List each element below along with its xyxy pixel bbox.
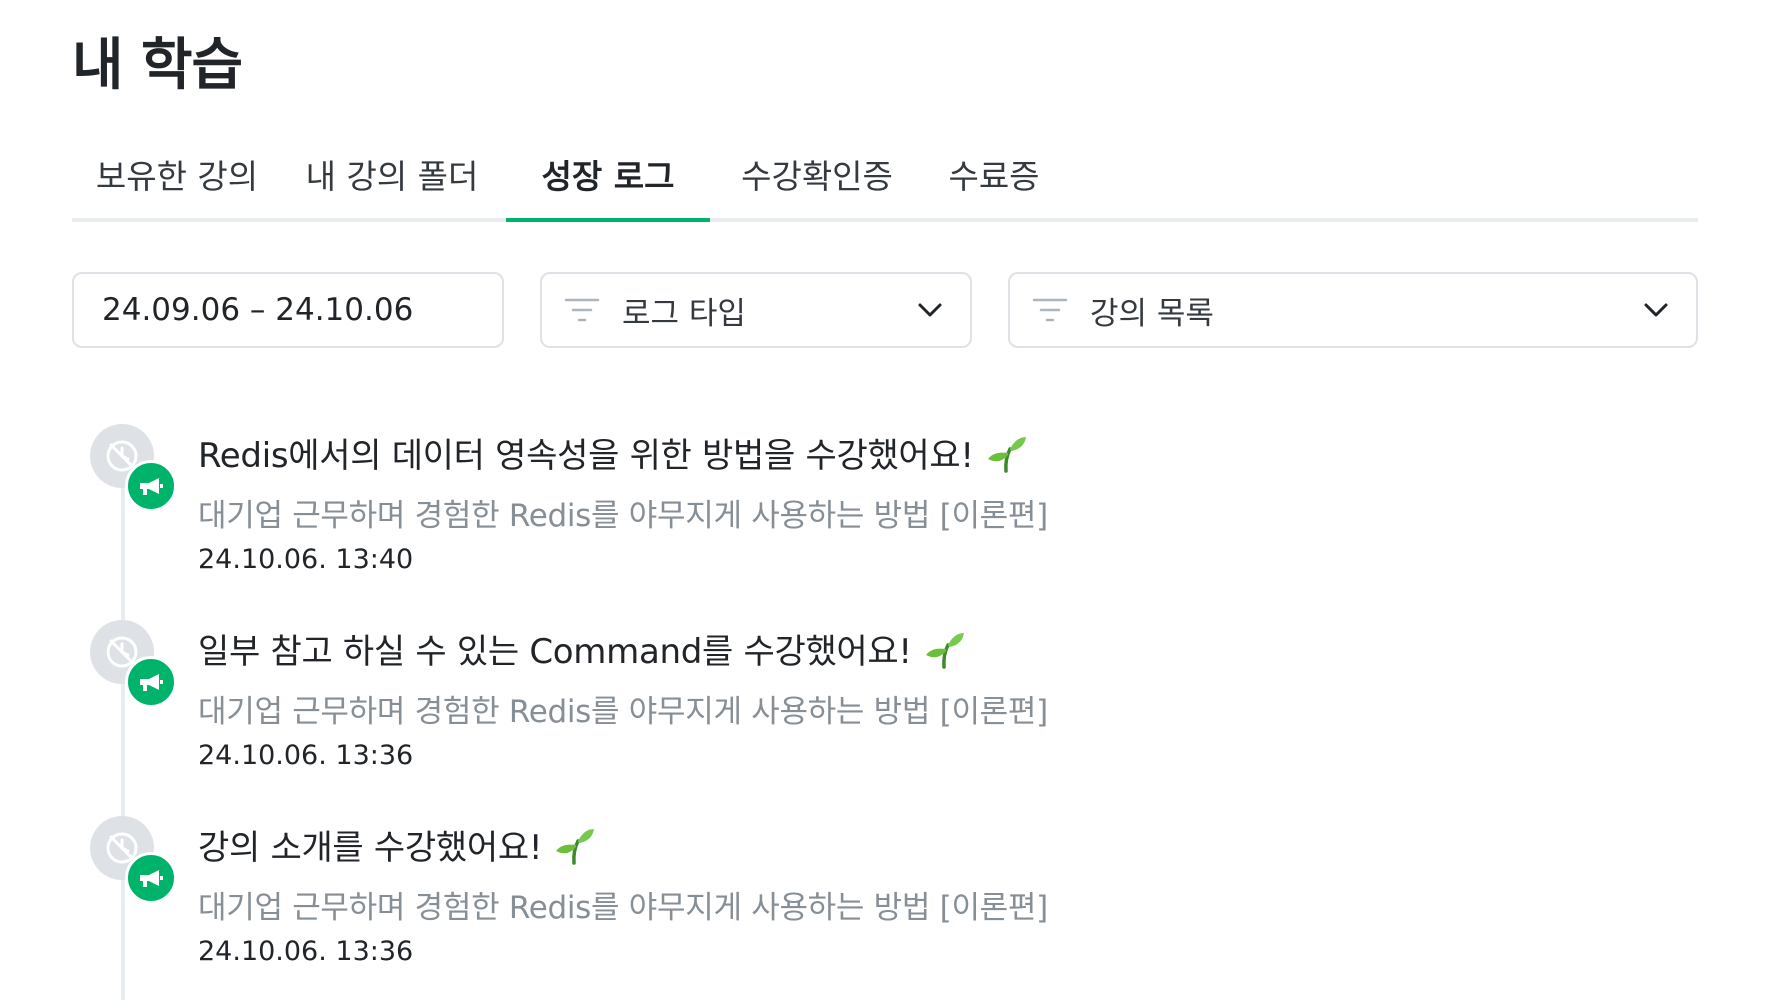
log-title-row: 일부 참고 하실 수 있는 Command를 수강했어요! — [198, 624, 966, 673]
my-learning-page: 내 학습 보유한 강의 내 강의 폴더 성장 로그 수강확인증 수료증 24.0… — [0, 0, 1767, 1000]
log-time: 24.10.06. 13:36 — [198, 740, 414, 771]
log-title: 일부 참고 하실 수 있는 Command를 수강했어요! — [198, 632, 912, 672]
megaphone-icon — [125, 460, 177, 512]
log-time: 24.10.06. 13:36 — [198, 936, 414, 967]
sprout-icon — [925, 632, 964, 669]
log-course: 대기업 근무하며 경험한 Redis를 야무지게 사용하는 방법 [이론편] — [198, 498, 1048, 534]
log-course: 대기업 근무하며 경험한 Redis를 야무지게 사용하는 방법 [이론편] — [198, 694, 1048, 730]
log-item: Redis에서의 데이터 영속성을 위한 방법을 수강했어요! 대기업 근무하며… — [0, 424, 1767, 604]
log-title: Redis에서의 데이터 영속성을 위한 방법을 수강했어요! — [198, 436, 974, 476]
sprout-icon — [987, 436, 1026, 473]
log-title-row: Redis에서의 데이터 영속성을 위한 방법을 수강했어요! — [198, 428, 1028, 477]
log-icon — [90, 816, 180, 906]
log-item: 강의 소개를 수강했어요! 대기업 근무하며 경험한 Redis를 야무지게 사… — [0, 816, 1767, 996]
log-title-row: 강의 소개를 수강했어요! — [198, 820, 596, 869]
log-item: 일부 참고 하실 수 있는 Command를 수강했어요! 대기업 근무하며 경… — [0, 620, 1767, 800]
growth-log-timeline: Redis에서의 데이터 영속성을 위한 방법을 수강했어요! 대기업 근무하며… — [0, 0, 1767, 1000]
log-course: 대기업 근무하며 경험한 Redis를 야무지게 사용하는 방법 [이론편] — [198, 890, 1048, 926]
sprout-icon — [556, 828, 595, 865]
megaphone-icon — [125, 852, 177, 904]
log-icon — [90, 424, 180, 514]
log-icon — [90, 620, 180, 710]
megaphone-icon — [125, 656, 177, 708]
log-time: 24.10.06. 13:40 — [198, 544, 414, 575]
log-title: 강의 소개를 수강했어요! — [198, 828, 543, 868]
